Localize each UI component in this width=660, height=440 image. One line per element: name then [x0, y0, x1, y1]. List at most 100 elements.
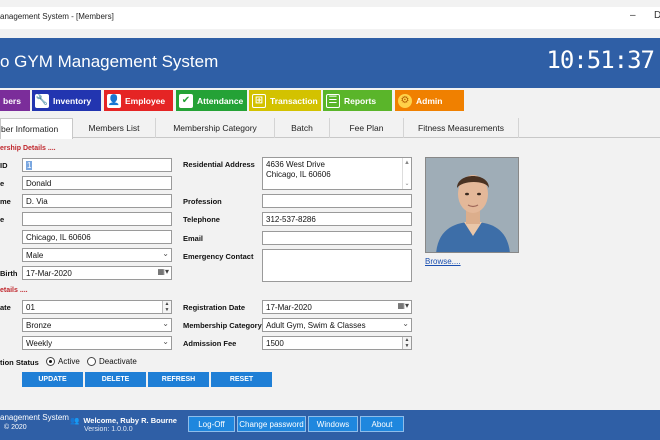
- delete-button[interactable]: DELETE: [85, 372, 146, 387]
- last-name-label: me: [0, 197, 11, 206]
- blank-input[interactable]: [22, 212, 172, 226]
- profession-label: Profession: [183, 197, 222, 206]
- gear-icon: ⚙: [398, 93, 412, 108]
- address-label: Residential Address: [183, 160, 255, 169]
- member-id-value: 1: [26, 160, 33, 170]
- status-deactivate-radio[interactable]: Deactivate: [87, 357, 137, 366]
- change-password-button[interactable]: Change password: [237, 416, 306, 432]
- email-input[interactable]: [262, 231, 412, 245]
- tab-strip: ber Information Members List Membership …: [0, 118, 660, 139]
- menu-reports[interactable]: ☰ Reports: [323, 90, 392, 111]
- plan-qty-stepper[interactable]: 01 ▲ ▼: [22, 300, 172, 314]
- welcome-user: 👥 Welcome, Ruby R. Bourne: [70, 416, 177, 425]
- gender-select[interactable]: Male ⌄: [22, 248, 172, 262]
- dob-date-picker[interactable]: 17-Mar-2020 ▦▾: [22, 266, 172, 280]
- menu-members[interactable]: bers: [0, 90, 30, 111]
- membership-category-value: Adult Gym, Swim & Classes: [266, 320, 366, 330]
- member-id-label: ID: [0, 161, 8, 170]
- user-icon: 👥: [70, 416, 80, 425]
- refresh-button[interactable]: REFRESH: [148, 372, 209, 387]
- chevron-down-icon: ⌄: [162, 337, 169, 346]
- registration-date-picker[interactable]: 17-Mar-2020 ▦▾: [262, 300, 412, 314]
- browse-link[interactable]: Browse....: [425, 257, 461, 266]
- version-text: Version: 1.0.0.0: [84, 426, 133, 433]
- address-line1: 4636 West Drive: [266, 160, 325, 169]
- address-textarea[interactable]: 4636 West Drive Chicago, IL 60606 ▲ ⌄: [262, 157, 412, 190]
- emergency-contact-input[interactable]: [262, 249, 412, 282]
- spinner-icon[interactable]: ▲ ▼: [402, 337, 411, 349]
- calendar-icon: ▦▾: [157, 267, 169, 276]
- footer-app-name: anagement System: [0, 413, 69, 422]
- membership-category-select[interactable]: Adult Gym, Swim & Classes ⌄: [262, 318, 412, 332]
- admission-fee-label: Admission Fee: [183, 339, 237, 348]
- welcome-text: Welcome, Ruby R. Bourne: [83, 416, 177, 425]
- menu-admin-label: Admin: [416, 95, 443, 106]
- menu-admin[interactable]: ⚙ Admin: [395, 90, 464, 111]
- menu-inventory-label: Inventory: [53, 95, 92, 106]
- menu-attendance-label: Attendance: [197, 95, 244, 106]
- plan-type-value: Bronze: [26, 320, 52, 330]
- tab-fee-plan[interactable]: Fee Plan: [330, 118, 404, 138]
- member-id-input[interactable]: 1: [22, 158, 172, 172]
- plan-period-select[interactable]: Weekly ⌄: [22, 336, 172, 350]
- update-button[interactable]: UPDATE: [22, 372, 83, 387]
- status-footer: anagement System © 2020 👥 Welcome, Ruby …: [0, 410, 660, 440]
- spinner-icon[interactable]: ▲ ▼: [162, 301, 171, 313]
- transaction-icon: ⊞: [252, 93, 266, 108]
- radio-selected-icon: [46, 357, 55, 366]
- plan-qty-value: 01: [26, 302, 35, 312]
- restore-button[interactable]: D: [654, 10, 660, 21]
- member-photo: [425, 157, 519, 253]
- admission-fee-stepper[interactable]: 1500 ▲ ▼: [262, 336, 412, 350]
- radio-icon: [87, 357, 96, 366]
- menu-employee-label: Employee: [125, 95, 166, 106]
- dob-label: Birth: [0, 269, 18, 278]
- clock: 10:51:37: [546, 46, 655, 74]
- inventory-icon: 🔧: [35, 93, 49, 108]
- first-name-label: e: [0, 179, 5, 188]
- email-label: Email: [183, 234, 204, 243]
- plan-type-select[interactable]: Bronze ⌄: [22, 318, 172, 332]
- app-header: o GYM Management System 10:51:37: [0, 38, 660, 88]
- logoff-button[interactable]: Log-Off: [188, 416, 235, 432]
- menu-attendance[interactable]: ✔ Attendance: [176, 90, 247, 111]
- address-line2: Chicago, IL 60606: [266, 170, 331, 179]
- profession-input[interactable]: [262, 194, 412, 208]
- about-button[interactable]: About: [360, 416, 404, 432]
- menu-transaction[interactable]: ⊞ Transaction: [249, 90, 321, 111]
- tab-membership-category[interactable]: Membership Category: [156, 118, 275, 138]
- calendar-icon: ▦▾: [397, 301, 409, 310]
- menu-employee[interactable]: 👤 Employee: [104, 90, 173, 111]
- chevron-down-icon: ⌄: [162, 249, 169, 258]
- telephone-input[interactable]: 312-537-8286: [262, 212, 412, 226]
- reset-button[interactable]: RESET: [211, 372, 272, 387]
- app-window: anagement System - [Members] – D o GYM M…: [0, 0, 660, 440]
- tab-fitness-measurements[interactable]: Fitness Measurements: [404, 118, 519, 138]
- status-active-radio[interactable]: Active: [46, 357, 80, 366]
- windows-button[interactable]: Windows: [308, 416, 358, 432]
- last-name-input[interactable]: D. Via: [22, 194, 172, 208]
- menu-reports-label: Reports: [344, 95, 377, 106]
- chevron-down-icon: ⌄: [402, 319, 409, 328]
- telephone-label: Telephone: [183, 215, 220, 224]
- menu-inventory[interactable]: 🔧 Inventory: [32, 90, 101, 111]
- plan-details-heading: etails ....: [0, 287, 28, 294]
- scrollbar[interactable]: ▲ ⌄: [402, 158, 411, 189]
- status-label: tion Status: [0, 358, 39, 367]
- tab-member-information[interactable]: ber Information: [0, 118, 73, 139]
- city-input[interactable]: Chicago, IL 60606: [22, 230, 172, 244]
- admission-fee-value: 1500: [266, 338, 284, 348]
- title-bar: anagement System - [Members] – D: [0, 7, 660, 29]
- plan-qty-label: ate: [0, 303, 11, 312]
- main-menu: bers 🔧 Inventory 👤 Employee ✔ Attendance…: [0, 88, 660, 116]
- status-deactivate-label: Deactivate: [99, 357, 137, 366]
- tab-members-list[interactable]: Members List: [73, 118, 156, 138]
- tab-batch[interactable]: Batch: [275, 118, 330, 138]
- first-name-input[interactable]: Donald: [22, 176, 172, 190]
- status-active-label: Active: [58, 357, 80, 366]
- minimize-button[interactable]: –: [630, 10, 636, 21]
- field-label: e: [0, 215, 5, 224]
- membership-details-heading: ership Details ....: [0, 145, 56, 152]
- window-title: anagement System - [Members]: [0, 12, 114, 21]
- registration-date-value: 17-Mar-2020: [266, 302, 312, 312]
